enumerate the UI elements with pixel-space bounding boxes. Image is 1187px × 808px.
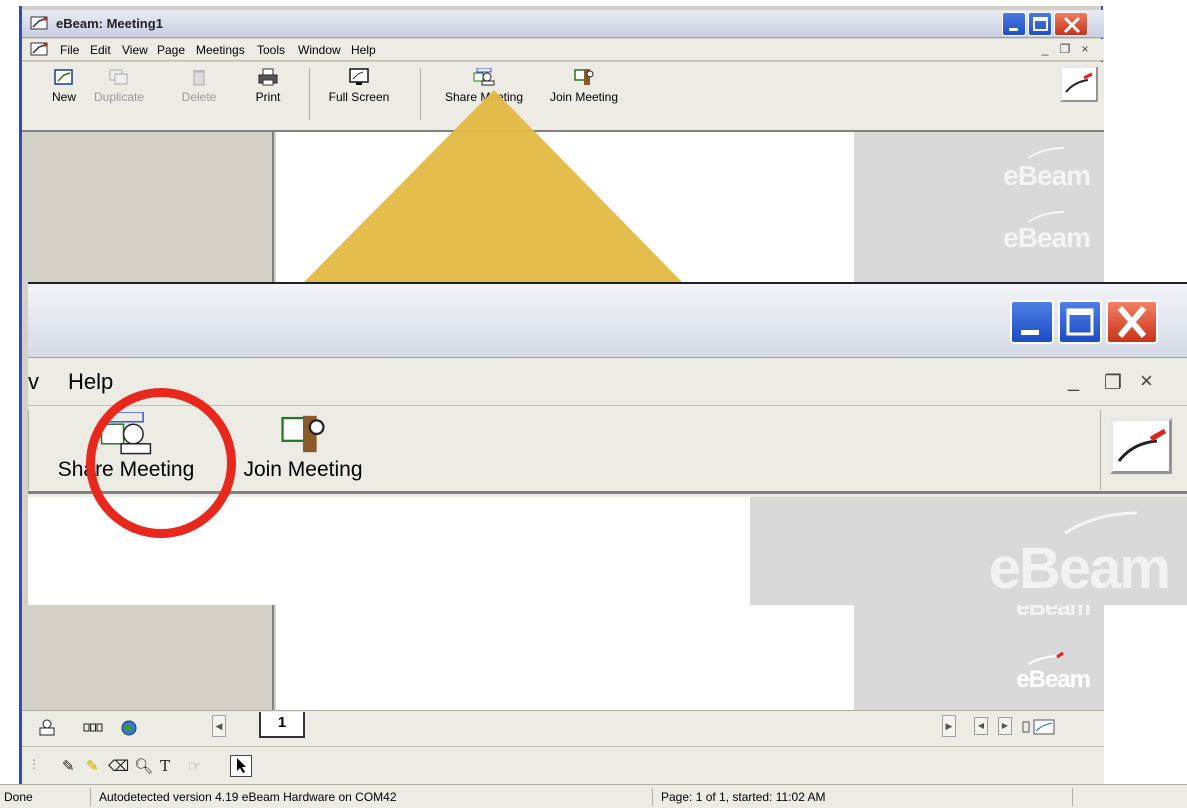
- menu-help[interactable]: Help: [68, 369, 113, 395]
- ebeam-watermark: eBeam: [988, 536, 1171, 601]
- join-meeting-icon: [281, 415, 325, 453]
- highlight-circle: [86, 388, 236, 538]
- toolbar-separator: [28, 410, 29, 490]
- toolbar-separator: [1100, 410, 1101, 490]
- zoom-inset: v Help _ ❐ × Share Meeting Join Meeting …: [28, 282, 1187, 605]
- doc-minimize-icon[interactable]: _: [1068, 370, 1079, 393]
- zoom-close-button[interactable]: [1106, 300, 1158, 344]
- menu-window-partial[interactable]: v: [28, 369, 39, 395]
- pen-stroke-icon: [1117, 428, 1167, 462]
- minimize-icon: [1021, 330, 1039, 335]
- doc-restore-icon[interactable]: ❐: [1104, 370, 1122, 395]
- zoom-pen-tray-button[interactable]: [1110, 418, 1172, 474]
- zoom-maximize-button[interactable]: [1058, 300, 1102, 344]
- zoom-title-bar: [28, 284, 1187, 358]
- zoom-minimize-button[interactable]: [1010, 300, 1054, 344]
- doc-close-icon[interactable]: ×: [1140, 368, 1153, 394]
- ebeam-swoosh-icon: [1064, 511, 1138, 535]
- join-meeting-label: Join Meeting: [243, 458, 363, 481]
- maximize-icon: [1066, 308, 1094, 336]
- close-icon: [1117, 306, 1147, 338]
- zoom-join-meeting-button[interactable]: Join Meeting: [228, 406, 378, 492]
- zoom-logo-panel: eBeam: [750, 497, 1187, 605]
- zoom-menu-bar: v Help _ ❐ ×: [28, 358, 1187, 406]
